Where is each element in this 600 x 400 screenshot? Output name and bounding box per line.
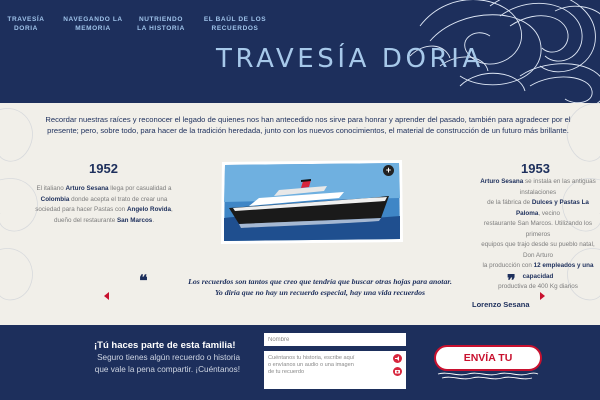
camera-icon[interactable] (393, 367, 402, 376)
send-memory-button[interactable]: ENVÍA TU RECUERDO (434, 345, 542, 371)
page-title: TRAVESÍA DORIA (216, 44, 484, 74)
expand-photo-button[interactable]: + (383, 165, 394, 176)
quote-author: Lorenzo Sesana (472, 300, 530, 309)
nav-item-nutriendo-la-historia[interactable]: NUTRIENDO LA HISTORIA (134, 15, 188, 33)
page: TRAVESÍA DORIA NAVEGANDO LA MEMORIA NUTR… (0, 0, 600, 400)
main-nav: TRAVESÍA DORIA NAVEGANDO LA MEMORIA NUTR… (6, 15, 274, 33)
quote-text: Los recuerdos son tantos que creo que te… (188, 277, 452, 297)
message-textarea[interactable]: Cuéntanos tu historia, escribe aquí o en… (264, 351, 406, 389)
nav-item-travesia-doria[interactable]: TRAVESÍA DORIA (6, 15, 46, 33)
wave-decoration (437, 372, 539, 380)
name-field[interactable] (264, 333, 406, 346)
timeline-year-right: 1953 (521, 161, 550, 176)
timeline-story-right: Arturo Sesana se instala en las antiguas… (480, 178, 596, 290)
nav-item-navegando-la-memoria[interactable]: NAVEGANDO LA MEMORIA (58, 15, 128, 33)
site-header: TRAVESÍA DORIA NAVEGANDO LA MEMORIA NUTR… (0, 0, 600, 103)
chevron-right-icon[interactable] (540, 292, 545, 300)
timeline-story-left: El italiano Arturo Sesana llega por casu… (35, 185, 173, 224)
site-footer: ¡Tú haces parte de esta familia! Seguro … (0, 325, 600, 400)
cta-title: ¡Tú haces parte de esta familia! (94, 340, 236, 351)
quote-open-icon: ❝ (139, 271, 148, 290)
message-placeholder: Cuéntanos tu historia, escribe aquí o en… (268, 355, 355, 375)
chevron-left-icon[interactable] (104, 292, 109, 300)
ship-photo[interactable] (219, 158, 405, 246)
main-content: Recordar nuestras raíces y reconocer el … (0, 103, 600, 325)
quote-close-icon: ❞ (507, 271, 516, 290)
nav-item-baul-de-los-recuerdos[interactable]: EL BAÚL DE LOS RECUERDOS (196, 15, 274, 33)
cta-text: Seguro tienes algún recuerdo o historia … (94, 353, 240, 374)
microphone-icon[interactable] (393, 354, 402, 363)
timeline-year-left: 1952 (89, 161, 118, 176)
intro-paragraph: Recordar nuestras raíces y reconocer el … (45, 115, 571, 135)
